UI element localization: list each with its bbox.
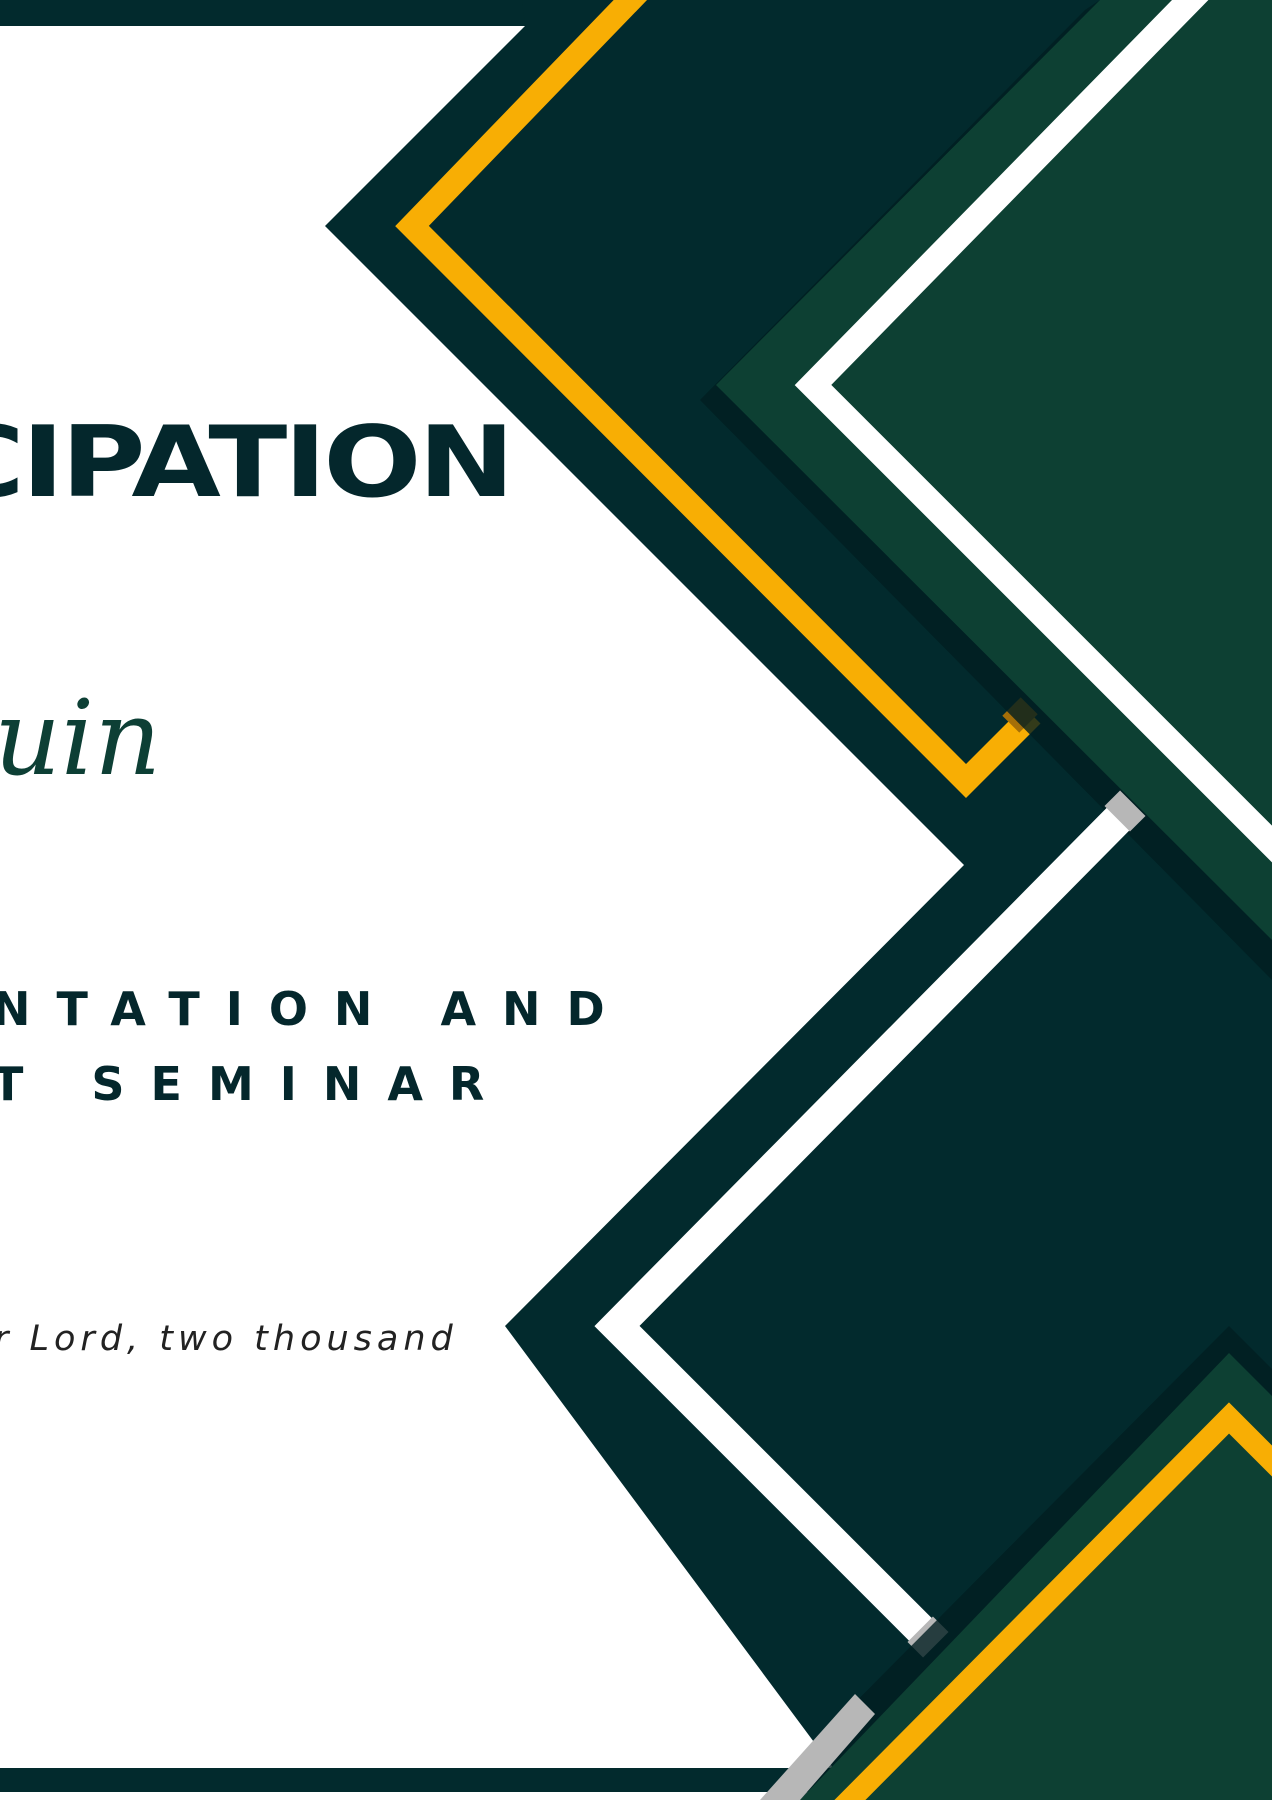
date-text: r Lord, two thousand: [0, 1319, 458, 1359]
certificate-page: CIPATION uin NTATION AND T SEMINAR r Lor…: [0, 0, 1272, 1800]
certificate-title: CIPATION: [0, 406, 515, 520]
event-name-line-1: NTATION AND: [0, 982, 631, 1036]
recipient-name: uin: [0, 677, 162, 799]
geometric-background: [0, 0, 1272, 1800]
event-name-line-2: T SEMINAR: [0, 1057, 511, 1111]
